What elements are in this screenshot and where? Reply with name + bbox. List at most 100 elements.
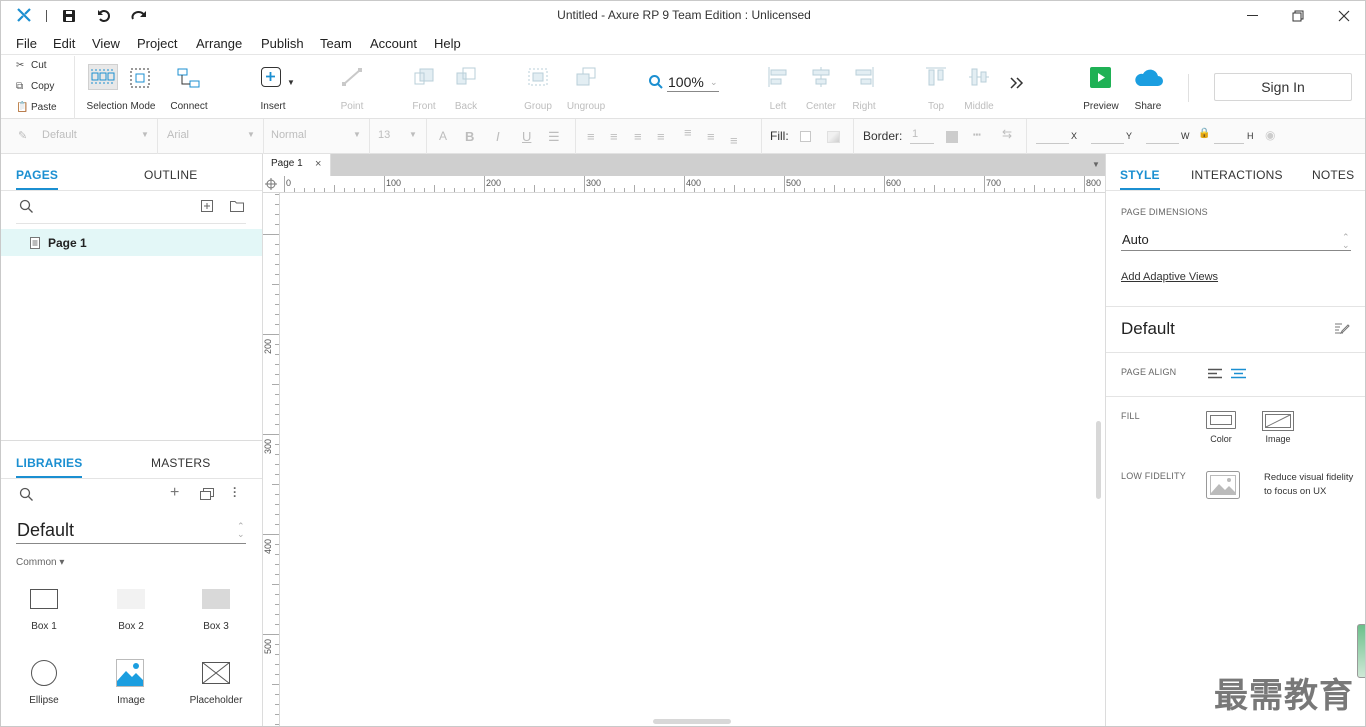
widget-image[interactable]: Image (100, 658, 162, 708)
add-adaptive-views-link[interactable]: Add Adaptive Views (1121, 271, 1218, 283)
tab-page-1[interactable]: Page 1 × (263, 154, 331, 176)
border-width-value[interactable]: 1 (912, 128, 918, 140)
tab-libraries[interactable]: LIBRARIES (16, 456, 83, 478)
minimize-icon[interactable] (1247, 15, 1258, 16)
justify-text-icon[interactable]: ≡ (657, 129, 665, 144)
underline-icon[interactable]: U (522, 129, 531, 144)
font-size-select[interactable]: 13 ▼ (377, 119, 419, 154)
menu-team[interactable]: Team (320, 36, 352, 51)
page-dimensions-select[interactable]: Auto ⌃ ⌄ (1121, 228, 1351, 251)
back-button[interactable]: Back (448, 62, 484, 114)
library-select[interactable]: Default ⌃ ⌄ (16, 518, 246, 544)
x-input[interactable] (1036, 143, 1069, 144)
font-weight-select[interactable]: Normal ▼ (271, 119, 363, 154)
copy-button[interactable]: ⧉ Copy (16, 81, 76, 95)
style-select[interactable]: Default ▼ (41, 119, 149, 154)
insert-button[interactable]: ▼ Insert (253, 62, 295, 114)
border-color-swatch[interactable] (946, 131, 958, 143)
menu-project[interactable]: Project (137, 36, 177, 51)
font-select[interactable]: Arial ▼ (167, 119, 255, 154)
close-icon[interactable] (1338, 10, 1350, 22)
widget-box-3[interactable]: Box 3 (185, 586, 247, 636)
tab-style[interactable]: STYLE (1120, 168, 1160, 190)
library-windows-icon[interactable] (200, 488, 214, 500)
widget-placeholder[interactable]: Placeholder (185, 658, 247, 708)
tab-notes[interactable]: NOTES (1312, 168, 1354, 182)
vertical-scrollbar[interactable] (1096, 421, 1101, 499)
bold-icon[interactable]: B (465, 129, 474, 144)
h-input[interactable] (1214, 143, 1244, 144)
menu-view[interactable]: View (92, 36, 120, 51)
align-left-button[interactable]: Left (760, 62, 796, 114)
menu-edit[interactable]: Edit (53, 36, 75, 51)
page-align-left-icon[interactable] (1208, 368, 1223, 380)
valign-bottom-icon[interactable]: ≡ (730, 133, 738, 148)
fill-color-swatch-icon (1206, 411, 1236, 429)
align-right-button[interactable]: Right (846, 62, 882, 114)
tab-list-chevron-icon[interactable]: ▼ (1092, 160, 1100, 169)
widget-box-2[interactable]: Box 2 (100, 586, 162, 636)
share-button[interactable]: Share (1128, 62, 1168, 114)
visibility-eye-icon[interactable]: ◉ (1265, 128, 1275, 142)
search-icon[interactable] (19, 199, 34, 214)
more-options-icon[interactable]: · · · (232, 482, 238, 502)
menu-publish[interactable]: Publish (261, 36, 304, 51)
arrow-style-icon[interactable]: ⇆ (1002, 127, 1012, 141)
fill-color-swatch[interactable] (800, 131, 811, 142)
menu-help[interactable]: Help (434, 36, 461, 51)
zoom-select[interactable]: 100% ⌄ (667, 73, 719, 92)
font-size-value: 13 (378, 129, 391, 141)
italic-icon[interactable]: I (496, 129, 500, 144)
low-fidelity-toggle[interactable] (1206, 471, 1240, 499)
ungroup-button[interactable]: Ungroup (563, 62, 609, 114)
add-folder-icon[interactable] (230, 200, 244, 212)
tab-interactions[interactable]: INTERACTIONS (1191, 168, 1283, 182)
preview-button[interactable]: Preview (1081, 62, 1121, 114)
align-top-button[interactable]: Top (918, 62, 954, 114)
valign-middle-icon[interactable]: ≡ (707, 129, 715, 144)
tab-pages[interactable]: PAGES (16, 168, 59, 190)
shadow-swatch[interactable] (827, 131, 840, 143)
widget-ellipse[interactable]: Ellipse (13, 658, 75, 708)
y-input[interactable] (1091, 143, 1124, 144)
align-text-left-icon[interactable]: ≡ (587, 129, 595, 144)
align-text-right-icon[interactable]: ≡ (634, 129, 642, 144)
sign-in-button[interactable]: Sign In (1214, 73, 1352, 101)
add-library-icon[interactable]: + (170, 484, 179, 502)
page-align-center-icon[interactable] (1231, 368, 1246, 380)
paste-button[interactable]: 📋 Paste (16, 102, 76, 116)
fill-color-button[interactable]: Color (1202, 409, 1242, 449)
connect-button[interactable]: Connect (166, 62, 212, 114)
tab-masters[interactable]: MASTERS (151, 456, 210, 470)
menu-account[interactable]: Account (370, 36, 417, 51)
point-button[interactable]: Point (334, 62, 370, 114)
front-button[interactable]: Front (406, 62, 442, 114)
cut-button[interactable]: ✂ Cut (16, 60, 76, 74)
edit-style-icon[interactable] (1334, 321, 1350, 335)
tab-outline[interactable]: OUTLINE (144, 168, 197, 182)
search-icon[interactable] (19, 487, 34, 502)
menu-arrange[interactable]: Arrange (196, 36, 242, 51)
add-page-icon[interactable] (201, 200, 213, 212)
more-tools-icon[interactable] (1009, 76, 1025, 90)
widget-box-1[interactable]: Box 1 (13, 586, 75, 636)
intersect-select-icon[interactable] (129, 67, 151, 89)
close-tab-icon[interactable]: × (315, 158, 321, 170)
menu-file[interactable]: File (16, 36, 37, 51)
design-canvas[interactable] (280, 193, 1105, 726)
font-color-icon[interactable]: A (439, 129, 447, 143)
align-text-center-icon[interactable]: ≡ (610, 129, 618, 144)
restore-icon[interactable] (1292, 10, 1304, 22)
group-button[interactable]: Group (520, 62, 556, 114)
align-middle-button[interactable]: Middle (959, 62, 999, 114)
align-center-button[interactable]: Center (802, 62, 840, 114)
fill-image-button[interactable]: Image (1258, 409, 1298, 449)
border-dash-icon[interactable]: ┅ (973, 127, 981, 143)
bullet-list-icon[interactable]: ☰ (548, 129, 560, 145)
ruler-tick (263, 534, 279, 535)
page-tree-item[interactable]: Page 1 (1, 229, 262, 256)
horizontal-scrollbar[interactable] (653, 719, 731, 724)
valign-top-icon[interactable]: ≡ (684, 125, 692, 140)
lock-icon[interactable]: 🔒 (1198, 128, 1210, 139)
w-input[interactable] (1146, 143, 1179, 144)
